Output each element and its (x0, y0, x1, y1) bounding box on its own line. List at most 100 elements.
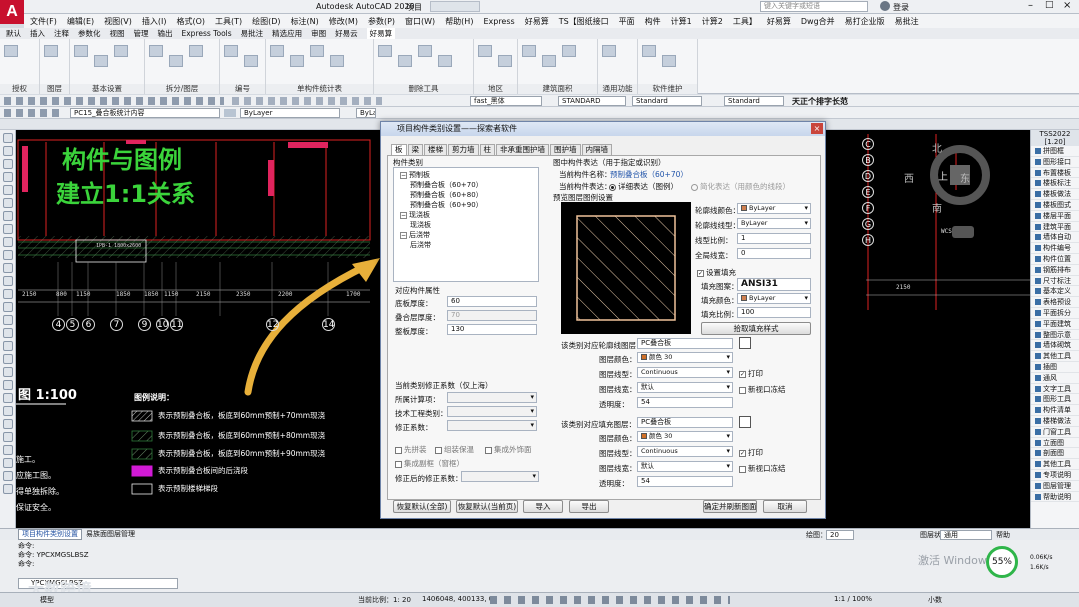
menu-item[interactable]: TS【图纸接口 (559, 16, 609, 27)
draw-tool-icon[interactable] (2, 250, 13, 260)
sign-in-link[interactable]: 登录 (893, 2, 909, 13)
outline-prop-input[interactable]: 0 (737, 248, 811, 259)
tree-node[interactable]: 预制叠合板（60+80） (396, 190, 536, 200)
layer-prop-select[interactable]: Continuous (637, 446, 733, 457)
tree-node[interactable]: 现浇板 (396, 220, 536, 230)
ribbon-tab[interactable]: Express Tools (182, 29, 232, 38)
draw-tool-icon[interactable] (2, 224, 13, 234)
outline-prop-select[interactable]: ByLayer (737, 218, 811, 229)
autocad-logo[interactable]: A (0, 0, 24, 24)
menu-item[interactable]: 插入(I) (142, 16, 167, 27)
dialog-close-button[interactable]: × (811, 123, 823, 134)
coef-checkbox[interactable]: 先拼装 (395, 444, 427, 455)
tss-menu-item[interactable]: 表格预设 (1031, 297, 1079, 308)
tree-toggle-icon[interactable]: − (400, 212, 407, 219)
draw-tool-icon[interactable] (2, 146, 13, 156)
layer-prop-select[interactable]: Continuous (637, 367, 733, 378)
speed-progress[interactable]: 55% (986, 546, 1018, 578)
dialog-tab[interactable]: 内隔墙 (581, 144, 612, 155)
ribbon-tool-icon[interactable] (149, 45, 163, 57)
tree-node[interactable]: 预制叠合板（60+70） (396, 180, 536, 190)
draw-tool-icon[interactable] (2, 432, 13, 442)
draw-tool-icon[interactable] (2, 315, 13, 325)
ribbon-tab[interactable]: 好易算 (366, 28, 396, 39)
dialog-tab[interactable]: 楼梯 (424, 144, 447, 155)
ribbon-tab[interactable]: 输出 (158, 28, 173, 39)
menu-item[interactable]: 标注(N) (291, 16, 319, 27)
draw-tool-icon[interactable] (2, 471, 13, 481)
tss-menu-item[interactable]: 平面拆分 (1031, 308, 1079, 319)
cancel-button[interactable]: 取消 (763, 500, 807, 513)
coef-select[interactable] (447, 406, 537, 417)
wcs-badge[interactable]: WCS (941, 228, 952, 235)
dialog-tab[interactable]: 板 (391, 144, 407, 155)
tss-menu-item[interactable]: 文字工具 (1031, 384, 1079, 395)
layer-match-icon[interactable] (224, 109, 236, 117)
tss-menu-item[interactable]: 门窗工具 (1031, 427, 1079, 438)
tss-menu-item[interactable]: 基本定义 (1031, 286, 1079, 298)
units-label[interactable]: 小数 (928, 595, 942, 605)
radio-detail[interactable]: 详细表达（图例） (609, 181, 678, 192)
dialog-tab[interactable]: 剪力墙 (448, 144, 479, 155)
draw-tool-icon[interactable] (2, 341, 13, 351)
tree-toggle-icon[interactable]: − (400, 232, 407, 239)
tss-menu-item[interactable]: 专项说明 (1031, 470, 1079, 481)
tss-menu-item[interactable]: 其他工具 (1031, 459, 1079, 470)
layer-prop-select[interactable]: 默认 (637, 461, 733, 472)
hatch-scale-input[interactable]: 100 (737, 307, 811, 318)
coef-result-select[interactable] (461, 471, 539, 482)
tss-menu-item[interactable]: 布置楼板 (1031, 168, 1079, 179)
draw-tool-icon[interactable] (2, 211, 13, 221)
toolbar-icons-2[interactable] (232, 97, 382, 105)
draw-tool-icon[interactable] (2, 393, 13, 403)
menu-item[interactable]: 窗口(W) (405, 16, 435, 27)
menu-item[interactable]: 文件(F) (30, 16, 57, 27)
outline-prop-input[interactable]: 1 (737, 233, 811, 244)
draw-tool-icon[interactable] (2, 276, 13, 286)
ribbon-tool-icon[interactable] (94, 55, 108, 67)
tss-menu-item[interactable]: 平面建筑 (1031, 319, 1079, 330)
tss-menu-item[interactable]: 楼板标注 (1031, 178, 1079, 190)
tss-menu-item[interactable]: 帮助说明 (1031, 492, 1079, 503)
model-tab[interactable]: 模型 (40, 595, 54, 605)
ribbon-tab[interactable]: 视图 (110, 28, 125, 39)
hatch-input[interactable]: ANSI31 (737, 278, 811, 291)
compass-south[interactable]: 南 (932, 200, 942, 215)
menu-item[interactable]: 构件 (645, 16, 661, 27)
tss-menu-item[interactable]: 楼层平面 (1031, 211, 1079, 222)
ribbon-tool-icon[interactable] (438, 55, 452, 67)
ribbon-tab[interactable]: 精选应用 (272, 28, 302, 39)
draw-tool-icon[interactable] (2, 354, 13, 364)
tss-menu-item[interactable]: 拼图框 (1031, 146, 1079, 157)
help-search-input[interactable]: 键入关键字或短语 (760, 1, 868, 12)
menu-item[interactable]: 工具】 (733, 16, 757, 27)
draw-tool-icon[interactable] (2, 159, 13, 169)
print-checkbox[interactable]: ✓ 打印 (739, 447, 763, 458)
menu-item[interactable]: 参数(P) (368, 16, 395, 27)
draw-tool-icon[interactable] (2, 419, 13, 429)
ribbon-tool-icon[interactable] (244, 55, 258, 67)
tree-node[interactable]: − 现浇板 (396, 210, 536, 220)
ok-refresh-button[interactable]: 确定并刷新图面 (703, 500, 757, 513)
print-checkbox[interactable]: ✓ 打印 (739, 368, 763, 379)
tss-menu-item[interactable]: 楼梯做法 (1031, 416, 1079, 427)
menu-item[interactable]: 工具(T) (215, 16, 242, 27)
tss-menu-item[interactable]: 楼板图式 (1031, 200, 1079, 211)
tss-menu-item[interactable]: 其他工具 (1031, 351, 1079, 362)
compass-north[interactable]: 北 (932, 140, 942, 155)
layer-pick-icon[interactable] (739, 416, 751, 428)
menu-item[interactable]: 计算1 (671, 16, 692, 27)
draw-tool-icon[interactable] (2, 237, 13, 247)
coef-select[interactable] (447, 392, 537, 403)
layer-prop-input[interactable]: 54 (637, 397, 733, 408)
ribbon-tool-icon[interactable] (602, 45, 616, 57)
menu-item[interactable]: Express (483, 17, 514, 26)
menu-item[interactable]: 帮助(H) (445, 16, 473, 27)
ribbon-tool-icon[interactable] (114, 45, 128, 57)
ribbon-tab[interactable]: 好易云 (335, 28, 358, 39)
menu-item[interactable]: 编辑(E) (67, 16, 94, 27)
ribbon-tool-icon[interactable] (74, 45, 88, 57)
tab-layer-manager[interactable]: 易族面图层管理 (86, 529, 135, 540)
dialog-tab[interactable]: 非承重围护墙 (496, 144, 549, 155)
draw-tool-icon[interactable] (2, 185, 13, 195)
